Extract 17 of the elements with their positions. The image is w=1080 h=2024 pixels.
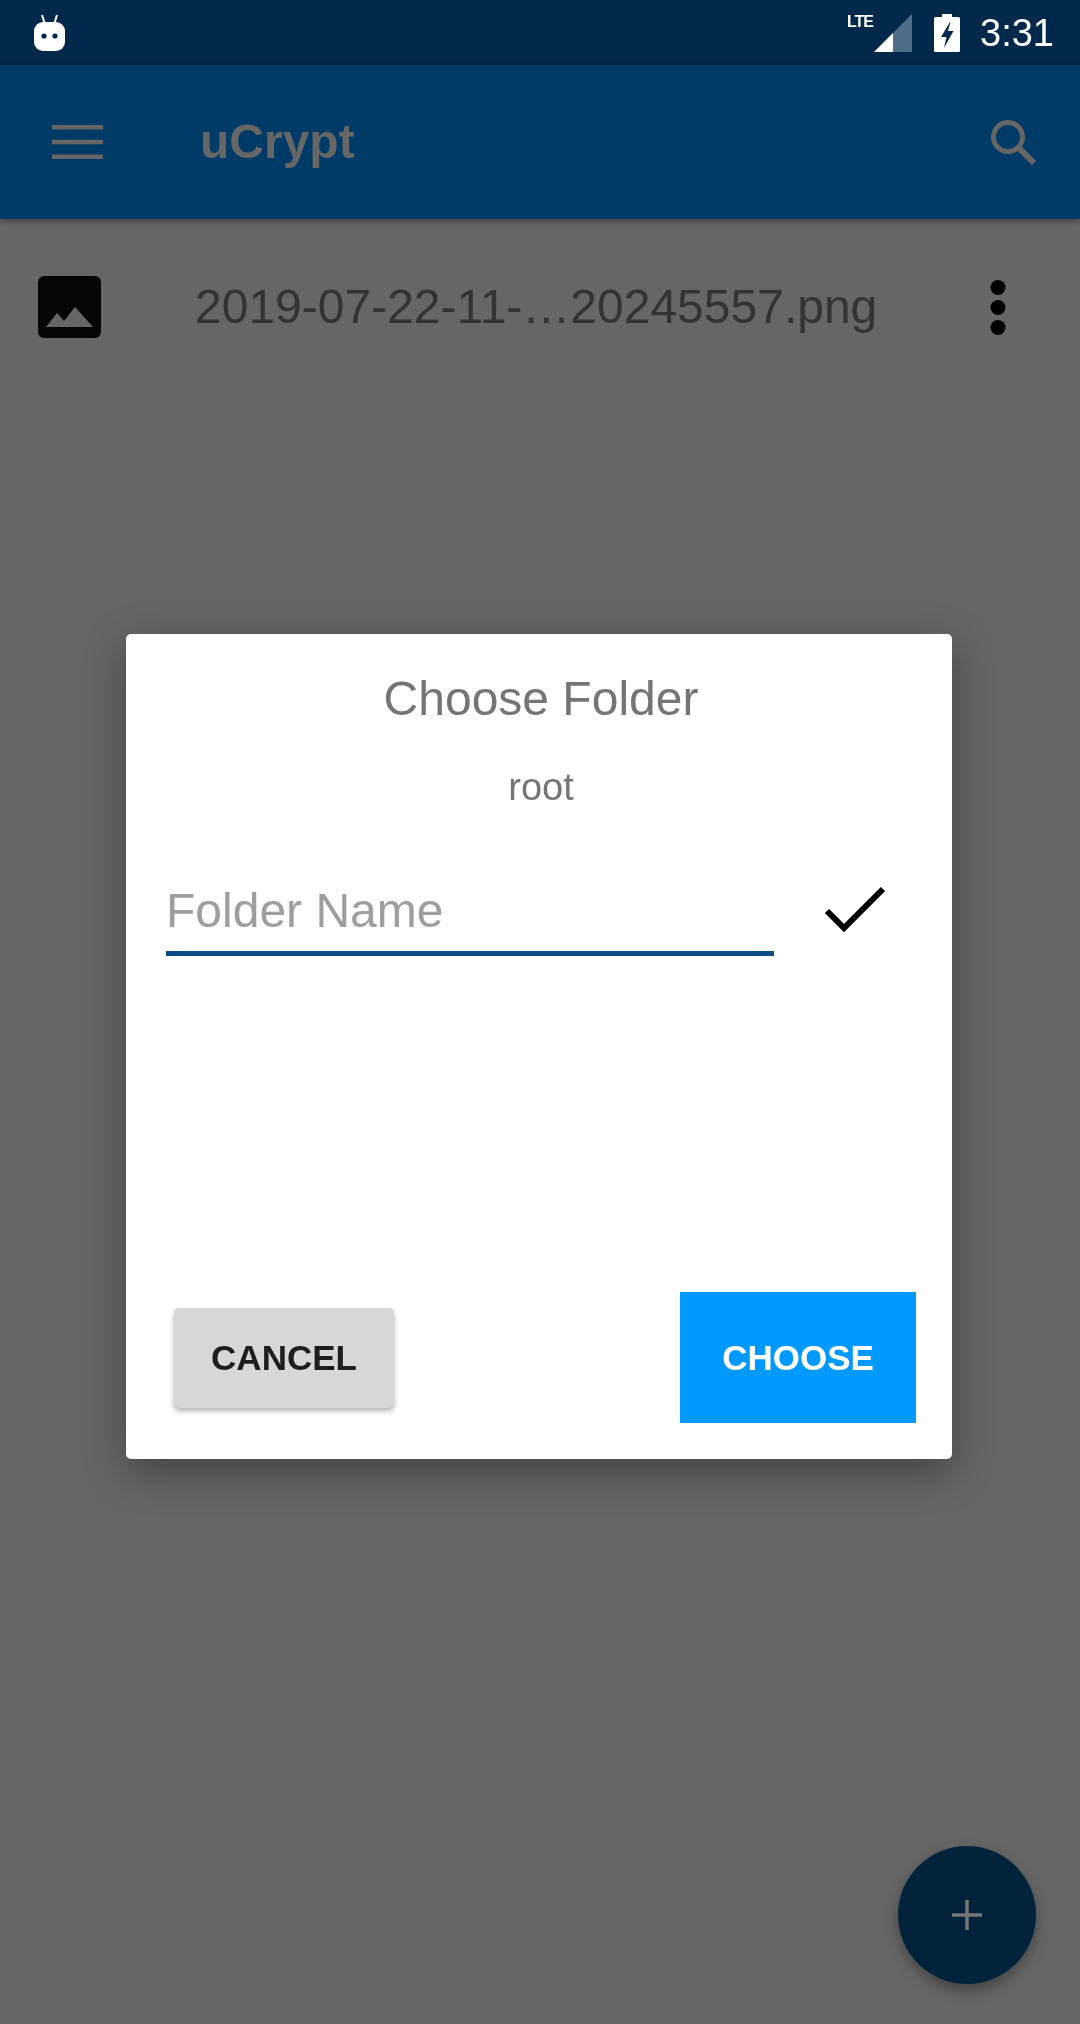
robot-icon <box>34 14 65 51</box>
app-title: uCrypt <box>200 114 355 170</box>
cancel-button[interactable]: CANCEL <box>174 1307 394 1408</box>
battery-charging-icon <box>934 13 961 52</box>
plus-icon <box>952 1900 982 1930</box>
menu-icon[interactable] <box>52 125 103 159</box>
search-icon[interactable] <box>990 119 1036 165</box>
choose-button[interactable]: CHOOSE <box>680 1292 916 1423</box>
checkmark-icon[interactable] <box>824 884 886 932</box>
network-type: LTE <box>847 13 874 31</box>
status-time: 3:31 <box>980 10 1054 55</box>
signal-icon <box>874 13 913 52</box>
folder-path: root <box>508 765 574 809</box>
image-icon <box>38 276 101 338</box>
more-options-icon[interactable] <box>990 279 1006 335</box>
dialog-title: Choose Folder <box>383 671 699 727</box>
folder-name-field[interactable]: Folder Name <box>166 870 774 956</box>
